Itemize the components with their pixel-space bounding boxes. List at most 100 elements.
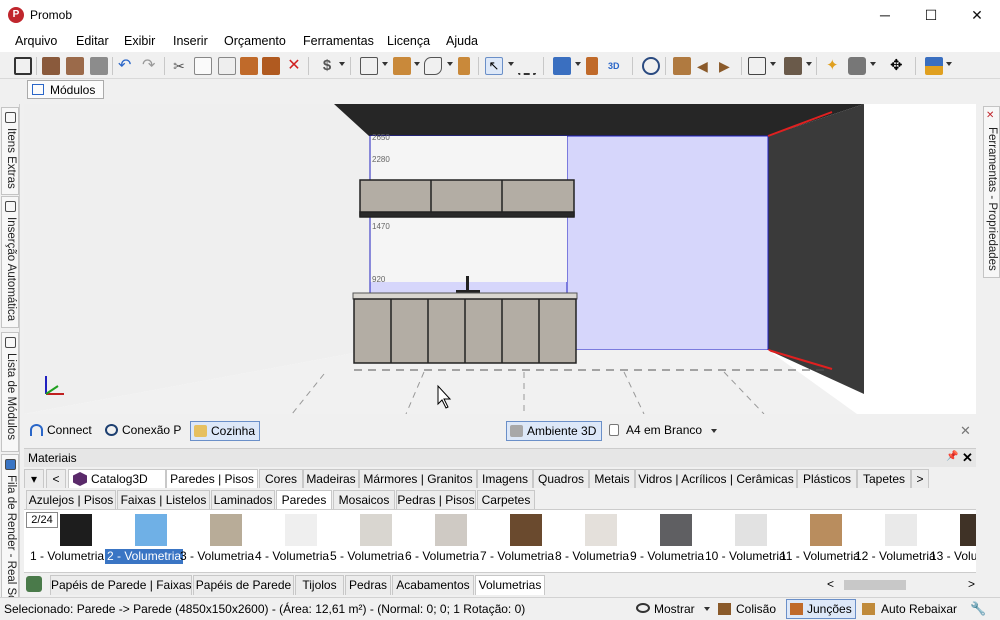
prev-category-button[interactable]: < (46, 469, 66, 489)
dimension-icon[interactable] (586, 57, 598, 75)
chevron-down-icon[interactable] (870, 62, 876, 66)
tab-paredes[interactable]: Paredes (276, 490, 332, 510)
material-swatch[interactable] (960, 514, 976, 546)
shape-icon[interactable] (424, 57, 442, 75)
move-icon[interactable]: ✥ (890, 57, 908, 75)
tab-conexao-p[interactable]: Conexão P (102, 421, 186, 441)
material-swatch[interactable] (660, 514, 692, 546)
tab-vidros-acrilicos-ceramicas[interactable]: Vidros | Acrílicos | Cerâmicas (635, 469, 797, 489)
material-label[interactable]: 12 - Volumetria (855, 549, 936, 564)
material-swatch[interactable] (735, 514, 767, 546)
chevron-down-icon[interactable] (382, 62, 388, 66)
chevron-down-icon[interactable] (414, 62, 420, 66)
tab-insercao-automatica[interactable]: Inserção Automática (1, 196, 19, 328)
chevron-down-icon[interactable] (447, 62, 453, 66)
material-swatch[interactable] (360, 514, 392, 546)
save-icon[interactable] (14, 57, 32, 75)
layers-icon[interactable] (553, 57, 571, 75)
right-wall[interactable] (768, 104, 864, 394)
measure-icon[interactable] (518, 57, 536, 75)
menu-inserir[interactable]: Inserir (173, 34, 208, 48)
menu-ferramentas[interactable]: Ferramentas (303, 34, 374, 48)
close-button[interactable]: ✕ (954, 0, 1000, 30)
open-project-icon[interactable] (42, 57, 60, 75)
catalog-selector[interactable]: Catalog3D (68, 469, 166, 489)
tab-cores[interactable]: Cores (259, 469, 303, 489)
material-label[interactable]: 7 - Volumetria (480, 549, 554, 564)
undo-icon[interactable]: ↶ (118, 57, 136, 75)
paste-icon[interactable] (218, 57, 236, 75)
tab-mosaicos[interactable]: Mosaicos (333, 490, 395, 510)
tab-itens-extras[interactable]: Itens Extras (1, 107, 19, 195)
select-pointer-icon[interactable]: ↖ (485, 57, 503, 75)
delete-icon[interactable]: ✕ (285, 57, 303, 75)
pin-icon[interactable]: 📌 (946, 451, 958, 462)
tab-faixas-listelos[interactable]: Faixas | Listelos (117, 490, 210, 510)
wrench-icon[interactable]: 🔧 (970, 601, 986, 617)
tab-cozinha[interactable]: Cozinha (190, 421, 260, 441)
auto-lower-toggle[interactable]: Auto Rebaixar (862, 600, 958, 618)
menu-licenca[interactable]: Licença (387, 34, 430, 48)
arrow-right-icon[interactable]: ▶ (719, 57, 737, 75)
tab-marmores-granitos[interactable]: Mármores | Granitos (359, 469, 477, 489)
material-swatch[interactable] (60, 514, 92, 546)
menu-orcamento[interactable]: Orçamento (224, 34, 286, 48)
3d-viewport[interactable]: 2650 2280 1470 920 (24, 104, 976, 414)
chevron-down-icon[interactable] (508, 62, 514, 66)
material-swatch[interactable] (285, 514, 317, 546)
modules-tab[interactable]: Módulos (27, 80, 104, 99)
menu-arquivo[interactable]: Arquivo (15, 34, 57, 48)
group-icon[interactable] (360, 57, 378, 75)
tab-paredes-pisos[interactable]: Paredes | Pisos (166, 469, 258, 489)
tab-imagens[interactable]: Imagens (477, 469, 533, 489)
material-label[interactable]: 11 - Volumetria (780, 549, 860, 564)
scroll-left-button[interactable]: < (827, 577, 834, 591)
tab-tijolos[interactable]: Tijolos (295, 575, 344, 595)
material-label[interactable]: 5 - Volumetria (330, 549, 404, 564)
countertop[interactable] (352, 292, 578, 300)
paint-icon[interactable] (262, 57, 280, 75)
material-label[interactable]: 6 - Volumetria (405, 549, 479, 564)
material-swatch[interactable] (210, 514, 242, 546)
camera-icon[interactable] (848, 57, 866, 75)
tab-volumetrias[interactable]: Volumetrias (475, 575, 545, 595)
scroll-right-button[interactable]: > (968, 577, 975, 591)
material-label[interactable]: 10 - Volumetria (705, 549, 786, 564)
arrow-left-icon[interactable]: ◀ (697, 57, 715, 75)
tab-pedras[interactable]: Pedras (345, 575, 391, 595)
tab-ferramentas-propriedades[interactable]: ✕ Ferramentas - Propriedades (983, 106, 1000, 278)
rotate-icon[interactable] (673, 57, 691, 75)
chevron-down-icon[interactable] (946, 62, 952, 66)
lower-cabinets[interactable] (353, 298, 577, 364)
3d-view-icon[interactable]: 3D (608, 57, 626, 75)
chevron-down-icon[interactable] (806, 62, 812, 66)
print-icon[interactable] (90, 57, 108, 75)
new-project-icon[interactable] (66, 57, 84, 75)
material-swatch[interactable] (135, 514, 167, 546)
material-swatch[interactable] (435, 514, 467, 546)
box-icon[interactable] (784, 57, 802, 75)
tab-azulejos-pisos[interactable]: Azulejos | Pisos (26, 490, 116, 510)
kitchen-scene[interactable]: 2650 2280 1470 920 (24, 104, 976, 414)
junctions-toggle[interactable]: Junções (786, 599, 856, 619)
maximize-button[interactable]: ☐ (908, 0, 954, 30)
material-label[interactable]: 9 - Volumetria (630, 549, 704, 564)
tab-carpetes[interactable]: Carpetes (477, 490, 535, 510)
material-swatch[interactable] (885, 514, 917, 546)
horizontal-scrollbar[interactable] (844, 580, 906, 590)
tab-tapetes[interactable]: Tapetes (857, 469, 911, 489)
close-panel-button[interactable]: ✕ (962, 450, 973, 466)
render-icon[interactable] (925, 57, 943, 75)
tab-quadros[interactable]: Quadros (533, 469, 589, 489)
redo-icon[interactable]: ↷ (142, 57, 160, 75)
menu-exibir[interactable]: Exibir (124, 34, 155, 48)
light-icon[interactable]: ✦ (826, 57, 844, 75)
tab-papeis-de-parede-faixas[interactable]: Papéis de Parede | Faixas (50, 575, 192, 595)
material-label[interactable]: 4 - Volumetria (255, 549, 329, 564)
tab-lista-de-modulos[interactable]: Lista de Módulos (1, 332, 19, 452)
align-icon[interactable] (393, 57, 411, 75)
tab-a4-em-branco[interactable]: A4 em Branco (606, 421, 706, 441)
minimize-button[interactable]: ─ (862, 0, 908, 30)
chevron-down-icon[interactable] (339, 62, 345, 66)
chevron-down-icon[interactable] (575, 62, 581, 66)
